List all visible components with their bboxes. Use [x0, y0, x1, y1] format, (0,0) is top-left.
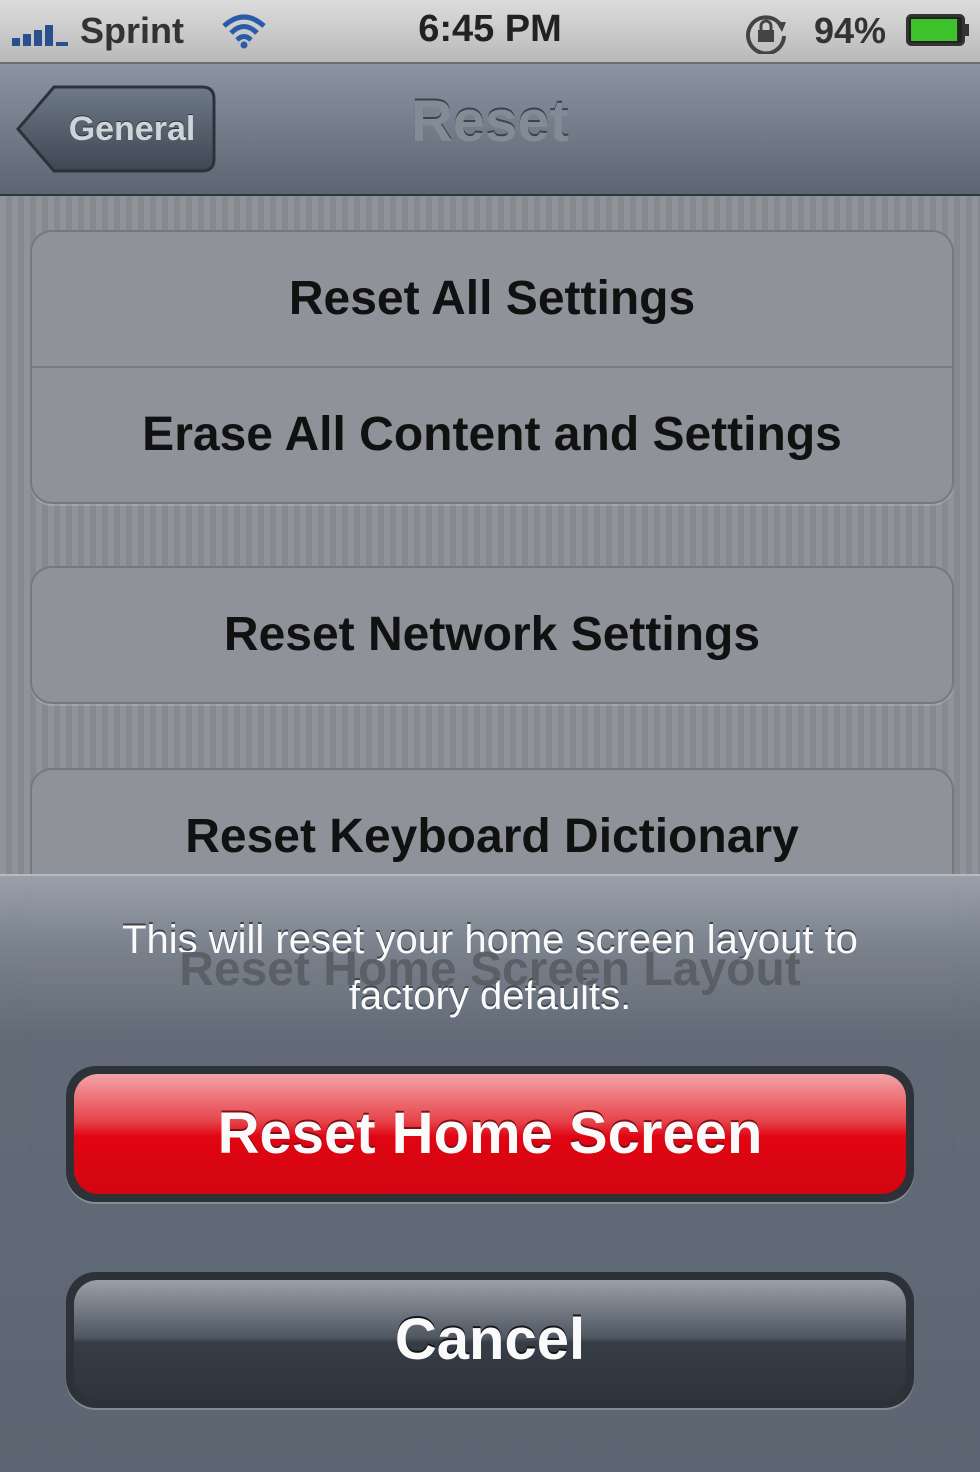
- rotation-lock-icon: [746, 15, 786, 54]
- reset-network-settings-button[interactable]: Reset Network Settings: [32, 568, 952, 702]
- battery-percent: 94%: [814, 10, 887, 51]
- reset-home-screen-button[interactable]: Reset Home Screen: [66, 1066, 914, 1202]
- battery-icon: [906, 14, 969, 46]
- cancel-label: Cancel: [74, 1280, 906, 1400]
- reset-all-settings-button[interactable]: Reset All Settings: [32, 232, 952, 366]
- reset-home-screen-label: Reset Home Screen: [74, 1074, 906, 1194]
- cancel-button[interactable]: Cancel: [66, 1272, 914, 1408]
- reset-group-2: Reset Network Settings: [30, 566, 954, 704]
- navigation-bar: General Reset: [0, 64, 980, 196]
- reset-home-screen-layout-row: Reset Home Screen Layout: [179, 943, 801, 996]
- erase-all-content-button[interactable]: Erase All Content and Settings: [32, 366, 952, 502]
- reset-group-1: Reset All Settings Erase All Content and…: [30, 230, 954, 504]
- status-bar: Sprint 6:45 PM 94%: [0, 0, 980, 64]
- page-title: Reset: [411, 89, 569, 154]
